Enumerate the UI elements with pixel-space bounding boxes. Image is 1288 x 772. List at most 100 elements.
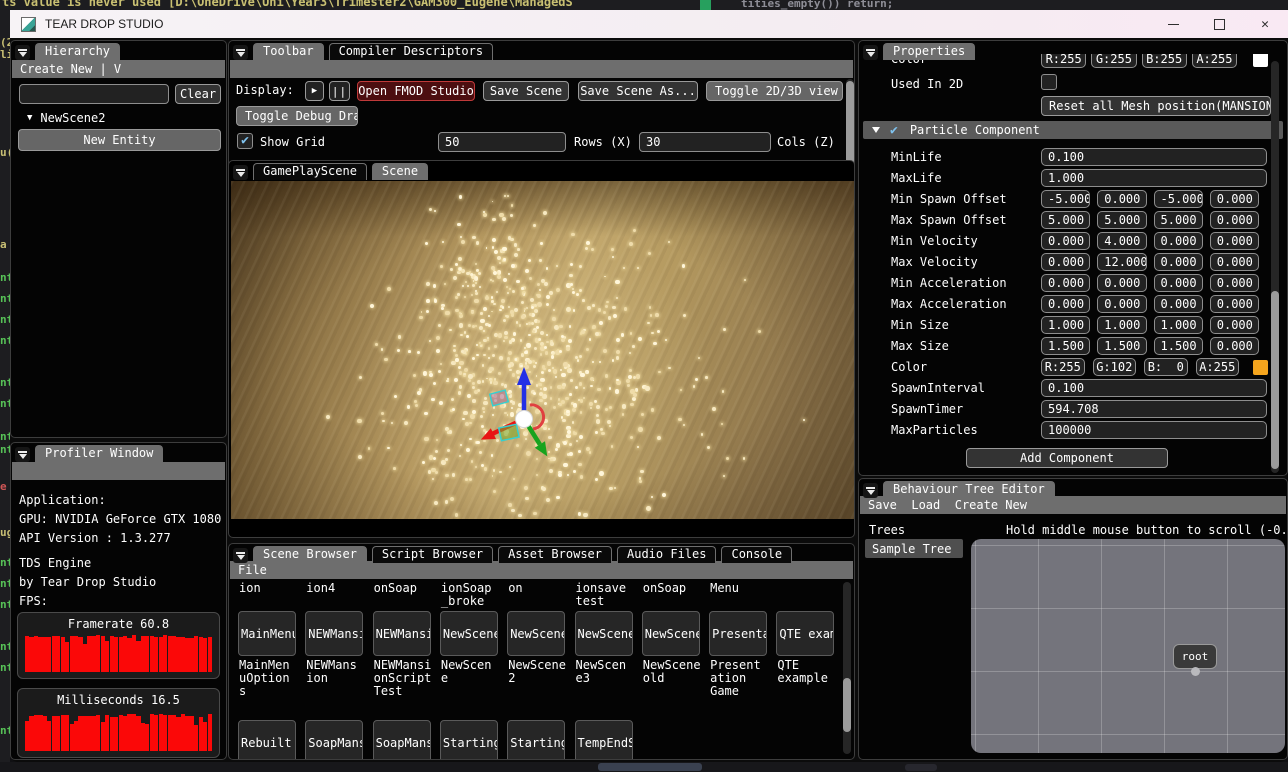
property-input[interactable]: 0.000 <box>1210 232 1259 250</box>
property-input[interactable]: 0.100 <box>1041 379 1267 397</box>
collapse-panel-icon[interactable] <box>15 45 30 60</box>
property-input[interactable]: 1.500 <box>1097 337 1146 355</box>
property-input[interactable]: -5.000 <box>1041 190 1090 208</box>
scene-browser-scrollbar-thumb[interactable] <box>843 678 851 732</box>
reset-mesh-button[interactable]: Reset all Mesh position(MANSION <box>1041 96 1271 116</box>
collapse-panel-icon[interactable] <box>863 45 878 60</box>
collapse-panel-icon[interactable] <box>863 483 878 498</box>
root-node-connector[interactable] <box>1191 667 1200 676</box>
collapse-panel-icon[interactable] <box>15 447 30 462</box>
tab-scene[interactable]: Scene <box>372 163 428 180</box>
scene-tile[interactable]: QTE exam <box>776 611 834 656</box>
property-input[interactable]: 0.000 <box>1210 211 1259 229</box>
color-channel-button[interactable]: B: 0 <box>1144 358 1188 376</box>
tab-hierarchy[interactable]: Hierarchy <box>35 43 120 60</box>
menu-create-new[interactable]: Create New <box>955 498 1027 512</box>
scene-tile[interactable]: NewScene <box>575 611 633 656</box>
property-input[interactable]: 0.000 <box>1210 190 1259 208</box>
scene-tile[interactable]: NEWMansi <box>373 611 431 656</box>
pause-button[interactable]: || <box>329 81 350 101</box>
new-entity-button[interactable]: New Entity <box>18 129 221 151</box>
property-input[interactable]: 1.500 <box>1041 337 1090 355</box>
property-input[interactable]: 100000 <box>1041 421 1267 439</box>
scene-tile[interactable]: Starting <box>507 720 565 760</box>
particle-color-swatch[interactable] <box>1253 360 1268 375</box>
scene-tile[interactable]: TempEndS <box>575 720 633 760</box>
property-input[interactable]: 0.000 <box>1154 253 1203 271</box>
property-input[interactable]: 594.708 <box>1041 400 1267 418</box>
scene-tile[interactable]: NewScene <box>507 611 565 656</box>
property-input[interactable]: 0.000 <box>1154 274 1203 292</box>
property-input[interactable]: 1.000 <box>1041 169 1267 187</box>
tab-audio-files[interactable]: Audio Files <box>617 546 716 563</box>
property-input[interactable]: 0.000 <box>1154 232 1203 250</box>
property-input[interactable]: 1.000 <box>1154 316 1203 334</box>
gizmo-plane-handle-xy[interactable] <box>490 390 509 406</box>
rows-x-input[interactable]: 50 <box>438 132 566 152</box>
toggle-debug-draw-button[interactable]: Toggle Debug Draw <box>236 106 358 126</box>
tab-console[interactable]: Console <box>721 546 792 563</box>
menu-load[interactable]: Load <box>911 498 940 512</box>
tab-gameplayscene[interactable]: GamePlayScene <box>253 163 367 180</box>
search-input[interactable] <box>19 84 169 104</box>
property-input[interactable]: 0.000 <box>1041 232 1090 250</box>
property-input[interactable]: 0.000 <box>1210 295 1259 313</box>
property-input[interactable]: 0.000 <box>1154 295 1203 313</box>
scene-tile[interactable]: SoapMans <box>305 720 363 760</box>
properties-scrollbar-thumb[interactable] <box>1271 291 1279 469</box>
save-scene-as-button[interactable]: Save Scene As... <box>578 81 698 101</box>
collapse-panel-icon[interactable] <box>233 45 248 60</box>
tree-expand-icon[interactable]: ▼ <box>27 113 32 123</box>
menu-save[interactable]: Save <box>868 498 897 512</box>
property-input[interactable]: 1.500 <box>1154 337 1203 355</box>
show-grid-checkbox[interactable]: ✔ <box>237 133 253 149</box>
scene-tile[interactable]: NEWMansi <box>305 611 363 656</box>
play-button[interactable]: ▶ <box>305 81 324 101</box>
component-enabled-checkbox[interactable]: ✔ <box>890 123 898 138</box>
gizmo-origin-sphere[interactable] <box>516 411 533 428</box>
tree-node-newscene2[interactable]: ▼ NewScene2 <box>27 111 105 125</box>
gizmo-axis-y-arrowhead[interactable] <box>517 367 531 385</box>
scene-tile[interactable]: Presenta <box>709 611 767 656</box>
save-scene-button[interactable]: Save Scene <box>483 81 569 101</box>
tab-profiler-window[interactable]: Profiler Window <box>35 445 163 462</box>
property-input[interactable]: 0.000 <box>1210 274 1259 292</box>
clear-button[interactable]: Clear <box>175 84 221 104</box>
collapse-component-icon[interactable] <box>872 127 880 133</box>
mesh-color-swatch[interactable] <box>1253 54 1268 67</box>
color-channel-button[interactable]: R:255 <box>1041 358 1085 376</box>
hierarchy-menubar[interactable]: Create New | V <box>12 60 225 78</box>
cols-z-input[interactable]: 30 <box>639 132 771 152</box>
tab-scene-browser[interactable]: Scene Browser <box>253 546 367 563</box>
tab-script-browser[interactable]: Script Browser <box>372 546 493 563</box>
color-channel-button[interactable]: G:102 <box>1093 358 1137 376</box>
scene-tile[interactable]: NewScene <box>642 611 700 656</box>
property-input[interactable]: 0.000 <box>1041 274 1090 292</box>
property-input[interactable]: 1.000 <box>1041 316 1090 334</box>
property-input[interactable]: 5.000 <box>1154 211 1203 229</box>
property-input[interactable]: 0.000 <box>1210 253 1259 271</box>
tab-compiler-descriptors[interactable]: Compiler Descriptors <box>329 43 494 60</box>
property-input[interactable]: 0.000 <box>1097 190 1146 208</box>
color-channel-button[interactable]: A:255 <box>1192 54 1237 68</box>
scene-tile[interactable]: NewScene <box>440 611 498 656</box>
property-input[interactable]: 4.000 <box>1097 232 1146 250</box>
used-in-2d-checkbox[interactable] <box>1041 74 1057 90</box>
behaviour-tree-canvas[interactable]: root <box>971 539 1285 753</box>
file-menu[interactable]: File <box>230 561 853 579</box>
scene-tile[interactable]: MainMenu <box>238 611 296 656</box>
toggle-2d3d-button[interactable]: Toggle 2D/3D view <box>706 81 843 101</box>
tab-toolbar[interactable]: Toolbar <box>253 43 324 60</box>
color-channel-button[interactable]: R:255 <box>1041 54 1086 68</box>
property-input[interactable]: 12.000 <box>1097 253 1146 271</box>
tab-behaviour-tree-editor[interactable]: Behaviour Tree Editor <box>883 481 1055 498</box>
property-input[interactable]: 5.000 <box>1097 211 1146 229</box>
color-channel-button[interactable]: A:255 <box>1196 358 1240 376</box>
color-channel-button[interactable]: G:255 <box>1091 54 1136 68</box>
collapse-panel-icon[interactable] <box>233 165 248 180</box>
tab-asset-browser[interactable]: Asset Browser <box>498 546 612 563</box>
minimize-button[interactable] <box>1150 10 1196 38</box>
property-input[interactable]: 0.000 <box>1041 253 1090 271</box>
open-fmod-button[interactable]: Open FMOD Studio <box>357 81 475 101</box>
tab-properties[interactable]: Properties <box>883 43 975 60</box>
